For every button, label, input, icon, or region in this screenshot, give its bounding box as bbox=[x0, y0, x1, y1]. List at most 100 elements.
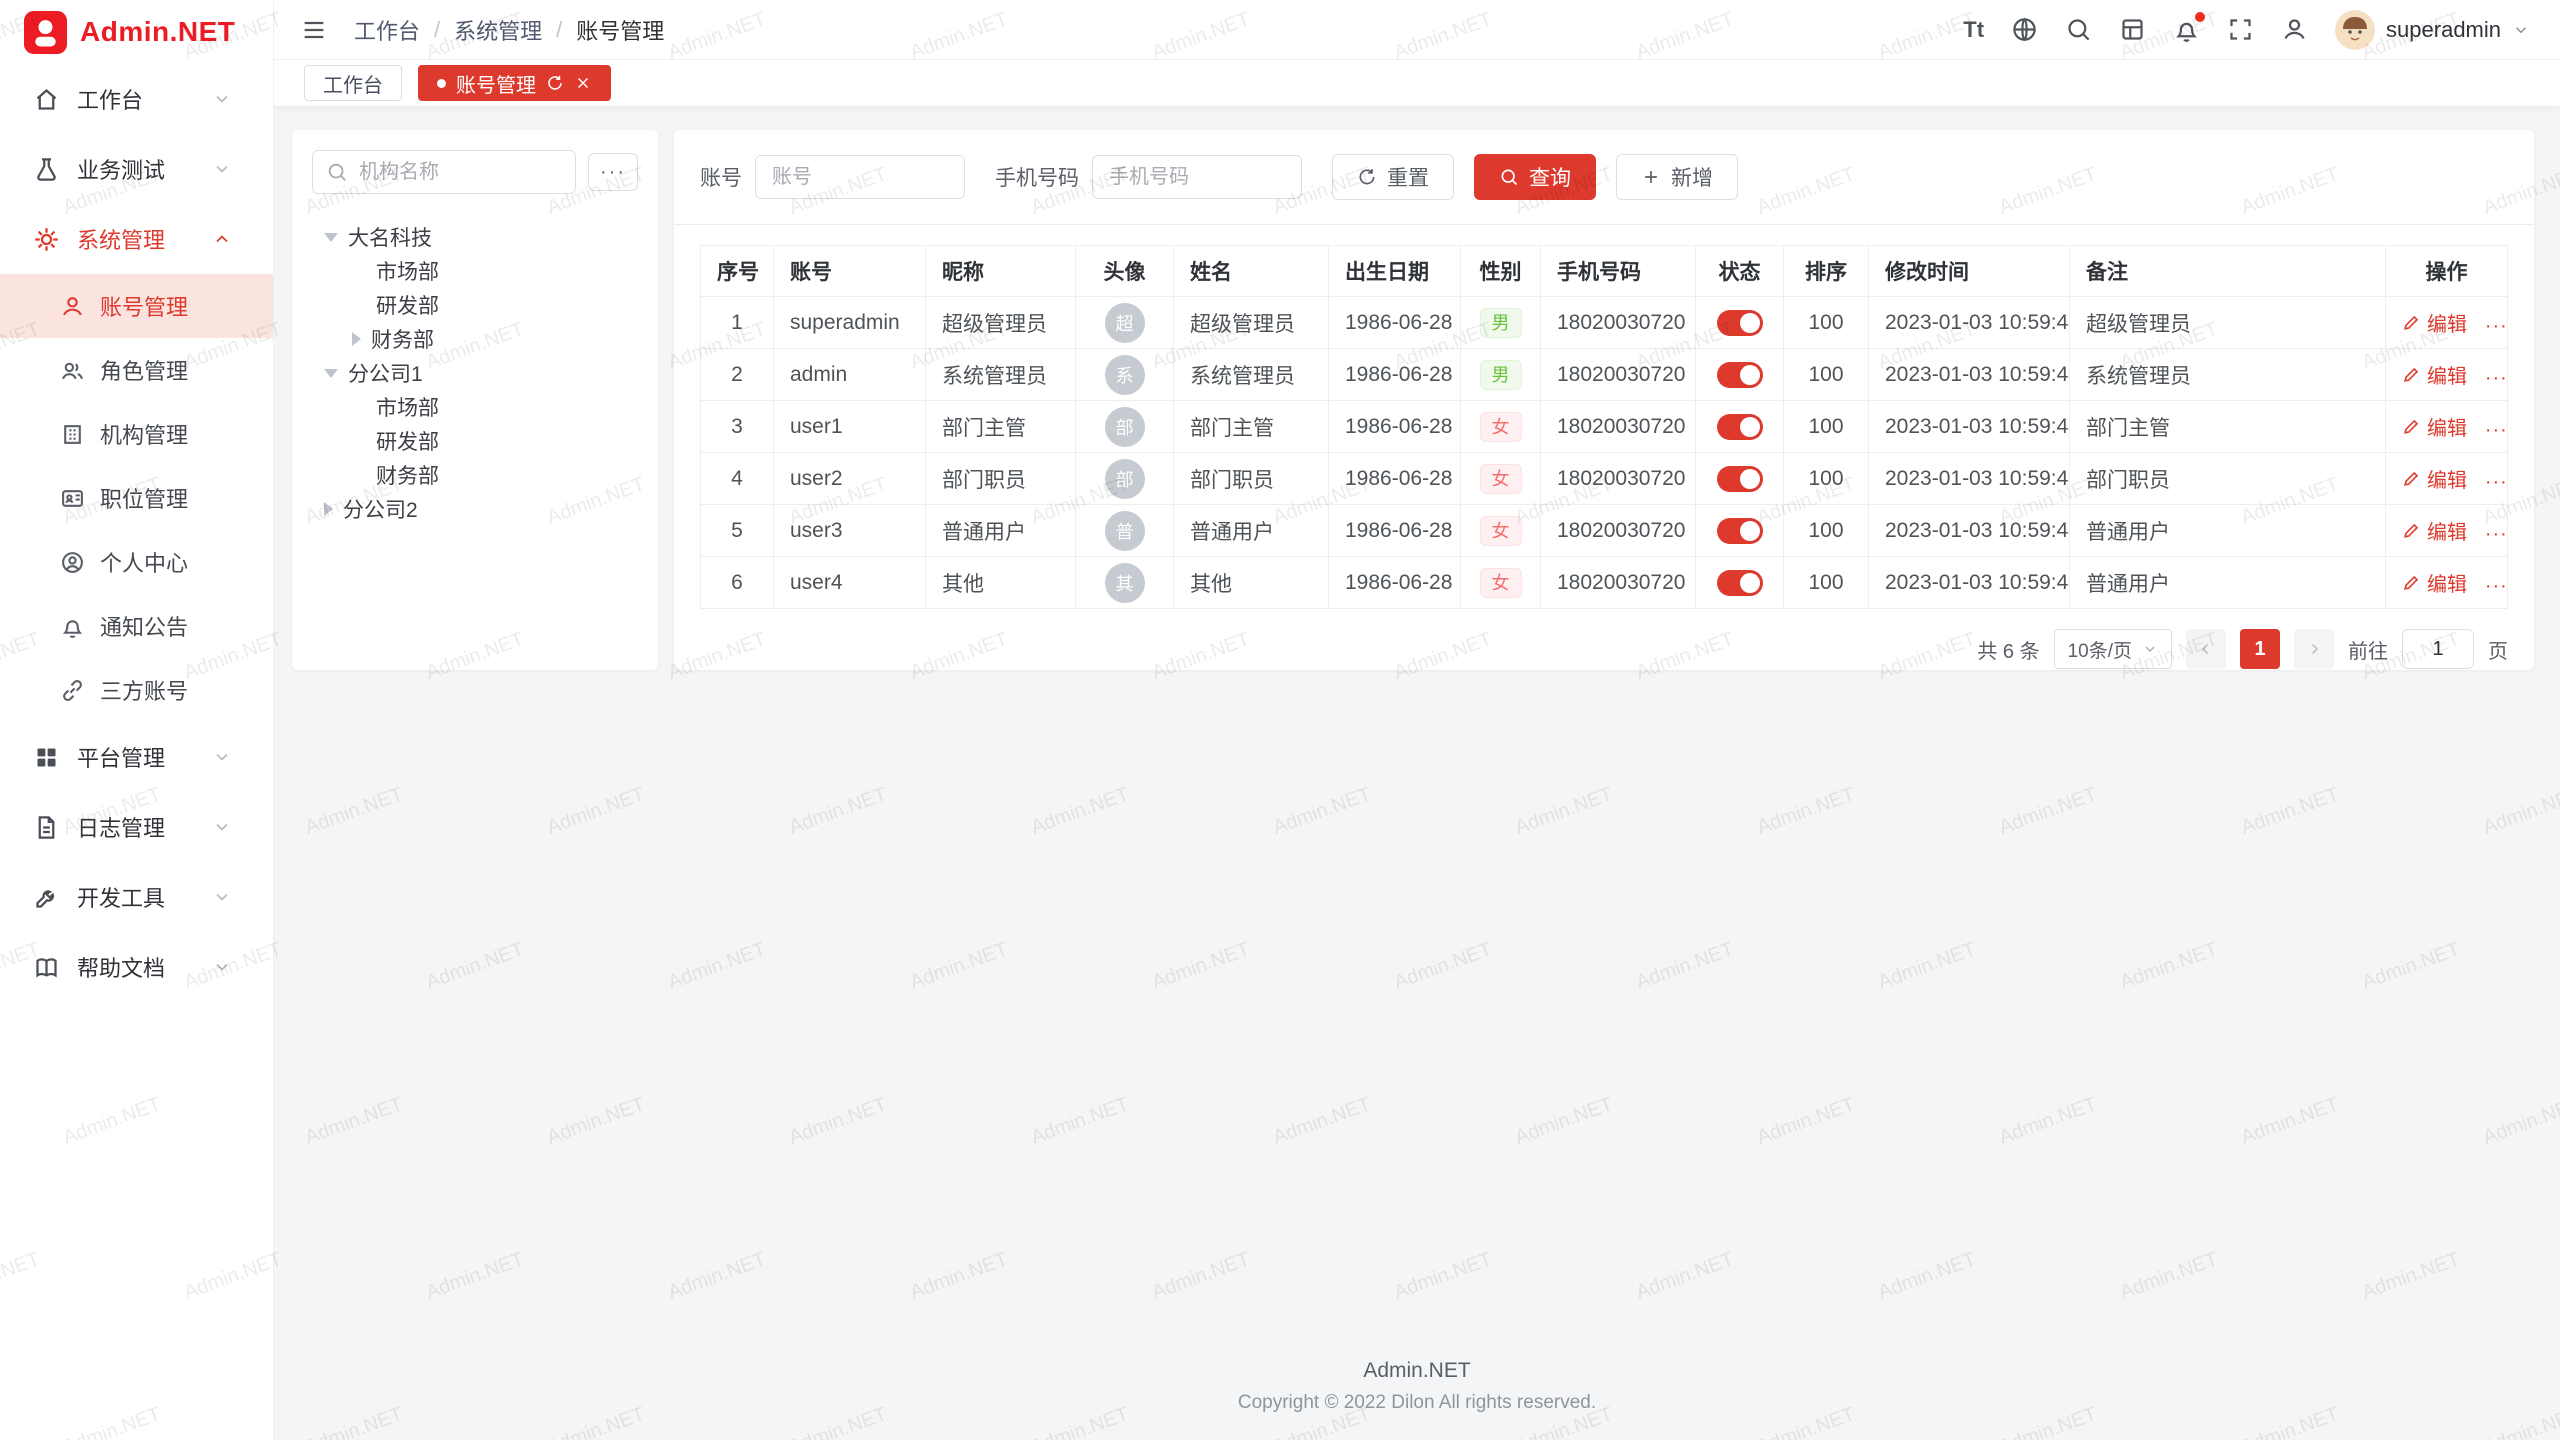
status-toggle[interactable] bbox=[1717, 518, 1763, 544]
sidebar-subitem-third-account[interactable]: 三方账号 bbox=[0, 658, 273, 722]
more-actions-button[interactable]: ··· bbox=[2485, 419, 2508, 441]
sidebar-item-platform-mgmt[interactable]: 平台管理 bbox=[0, 722, 273, 792]
tree-node[interactable]: 财务部 bbox=[312, 322, 638, 356]
phone-filter-input[interactable] bbox=[1092, 155, 1302, 199]
column-header[interactable]: 姓名 bbox=[1174, 246, 1329, 297]
sidebar-item-system-mgmt[interactable]: 系统管理 bbox=[0, 204, 273, 274]
status-toggle[interactable] bbox=[1717, 310, 1763, 336]
tree-node[interactable]: 分公司2 bbox=[312, 492, 638, 526]
sidebar-subitem-account-mgmt[interactable]: 账号管理 bbox=[0, 274, 273, 338]
sidebar-subitem-role-mgmt[interactable]: 角色管理 bbox=[0, 338, 273, 402]
sidebar-item-dev-tools[interactable]: 开发工具 bbox=[0, 862, 273, 932]
user-icon[interactable] bbox=[2281, 16, 2308, 43]
column-header[interactable]: 头像 bbox=[1076, 246, 1174, 297]
more-actions-button[interactable]: ··· bbox=[2485, 523, 2508, 545]
more-actions-button[interactable]: ··· bbox=[2485, 575, 2508, 597]
status-toggle[interactable] bbox=[1717, 362, 1763, 388]
cell-index: 5 bbox=[701, 505, 774, 557]
fullscreen-icon[interactable] bbox=[2227, 16, 2254, 43]
sidebar-item-help-docs[interactable]: 帮助文档 bbox=[0, 932, 273, 1002]
column-header[interactable]: 备注 bbox=[2070, 246, 2386, 297]
cell-gender: 女 bbox=[1461, 557, 1541, 609]
next-page-button[interactable] bbox=[2294, 629, 2334, 669]
tree-node[interactable]: 大名科技 bbox=[312, 220, 638, 254]
collapse-menu-icon[interactable] bbox=[300, 16, 328, 44]
caret-right-icon bbox=[352, 332, 361, 346]
bell-icon[interactable] bbox=[2173, 16, 2200, 43]
table-section: 序号账号昵称头像姓名出生日期性别手机号码状态排序修改时间备注操作 1 super… bbox=[674, 225, 2534, 670]
sidebar-subitem-position-mgmt[interactable]: 职位管理 bbox=[0, 466, 273, 530]
edit-button[interactable]: 编辑 bbox=[2402, 308, 2467, 337]
tree-node[interactable]: 市场部 bbox=[312, 254, 638, 288]
goto-page-input[interactable] bbox=[2402, 629, 2474, 669]
column-header[interactable]: 昵称 bbox=[926, 246, 1076, 297]
column-header[interactable]: 出生日期 bbox=[1329, 246, 1461, 297]
current-page[interactable]: 1 bbox=[2240, 629, 2280, 669]
reset-button[interactable]: 重置 bbox=[1332, 154, 1454, 200]
account-filter-input[interactable] bbox=[755, 155, 965, 199]
column-header[interactable]: 状态 bbox=[1696, 246, 1784, 297]
column-header[interactable]: 排序 bbox=[1784, 246, 1869, 297]
sidebar-item-business-test[interactable]: 业务测试 bbox=[0, 134, 273, 204]
app-name: Admin.NET bbox=[80, 16, 235, 48]
search-button[interactable]: 查询 bbox=[1474, 154, 1596, 200]
status-toggle[interactable] bbox=[1717, 414, 1763, 440]
column-header[interactable]: 手机号码 bbox=[1541, 246, 1696, 297]
column-header[interactable]: 序号 bbox=[701, 246, 774, 297]
status-toggle[interactable] bbox=[1717, 466, 1763, 492]
cell-account: superadmin bbox=[774, 297, 926, 349]
page-size-select[interactable]: 10条/页 bbox=[2054, 629, 2172, 669]
tree-node[interactable]: 财务部 bbox=[312, 458, 638, 492]
cell-avatar: 部 bbox=[1076, 453, 1174, 505]
org-more-button[interactable]: ··· bbox=[588, 153, 638, 191]
cell-modified-time: 2023-01-03 10:59:44 bbox=[1869, 401, 2070, 453]
tree-node[interactable]: 研发部 bbox=[312, 424, 638, 458]
globe-icon[interactable] bbox=[2011, 16, 2038, 43]
tree-node[interactable]: 研发部 bbox=[312, 288, 638, 322]
breadcrumb-item[interactable]: 工作台 bbox=[354, 14, 420, 46]
add-button[interactable]: 新增 bbox=[1616, 154, 1738, 200]
sidebar-subitem-profile-center[interactable]: 个人中心 bbox=[0, 530, 273, 594]
tree-node[interactable]: 分公司1 bbox=[312, 356, 638, 390]
top-header: 工作台/系统管理/账号管理 Tt superadmin bbox=[274, 0, 2560, 60]
column-header[interactable]: 操作 bbox=[2386, 246, 2508, 297]
layout-icon[interactable] bbox=[2119, 16, 2146, 43]
tab-account-mgmt[interactable]: 账号管理 bbox=[418, 65, 611, 101]
user-menu[interactable]: superadmin bbox=[2335, 10, 2530, 50]
column-header[interactable]: 修改时间 bbox=[1869, 246, 2070, 297]
org-search-input[interactable] bbox=[312, 150, 576, 194]
refresh-tab-icon[interactable] bbox=[546, 74, 564, 92]
breadcrumb-item[interactable]: 账号管理 bbox=[576, 14, 664, 46]
more-actions-button[interactable]: ··· bbox=[2485, 367, 2508, 389]
gender-tag: 男 bbox=[1480, 360, 1522, 390]
close-tab-icon[interactable] bbox=[574, 74, 592, 92]
more-actions-button[interactable]: ··· bbox=[2485, 315, 2508, 337]
edit-button[interactable]: 编辑 bbox=[2402, 516, 2467, 545]
cell-phone: 18020030720 bbox=[1541, 453, 1696, 505]
sidebar-item-log-mgmt[interactable]: 日志管理 bbox=[0, 792, 273, 862]
refresh-icon bbox=[1357, 167, 1377, 187]
column-header[interactable]: 账号 bbox=[774, 246, 926, 297]
prev-page-button[interactable] bbox=[2186, 629, 2226, 669]
sidebar-item-workbench[interactable]: 工作台 bbox=[0, 64, 273, 134]
breadcrumb-item[interactable]: 系统管理 bbox=[454, 14, 542, 46]
column-header[interactable]: 性别 bbox=[1461, 246, 1541, 297]
search-icon[interactable] bbox=[2065, 16, 2092, 43]
sidebar-subitem-notice[interactable]: 通知公告 bbox=[0, 594, 273, 658]
font-size-icon[interactable]: Tt bbox=[1963, 16, 1984, 43]
sidebar-subitem-org-mgmt[interactable]: 机构管理 bbox=[0, 402, 273, 466]
edit-button[interactable]: 编辑 bbox=[2402, 464, 2467, 493]
content-area: ··· 大名科技 市场部 研发部 财务部 分公司1 市场部 研发部 财务部 分公… bbox=[274, 107, 2560, 670]
sidebar-subitem-label: 机构管理 bbox=[100, 418, 188, 450]
edit-button[interactable]: 编辑 bbox=[2402, 360, 2467, 389]
cell-avatar: 部 bbox=[1076, 401, 1174, 453]
tab-workbench[interactable]: 工作台 bbox=[304, 65, 402, 101]
app-logo[interactable]: Admin.NET bbox=[0, 0, 273, 64]
building-icon bbox=[60, 422, 85, 447]
cell-actions: 编辑 ··· bbox=[2386, 453, 2508, 505]
more-actions-button[interactable]: ··· bbox=[2485, 471, 2508, 493]
tree-node[interactable]: 市场部 bbox=[312, 390, 638, 424]
status-toggle[interactable] bbox=[1717, 570, 1763, 596]
edit-button[interactable]: 编辑 bbox=[2402, 568, 2467, 597]
edit-button[interactable]: 编辑 bbox=[2402, 412, 2467, 441]
